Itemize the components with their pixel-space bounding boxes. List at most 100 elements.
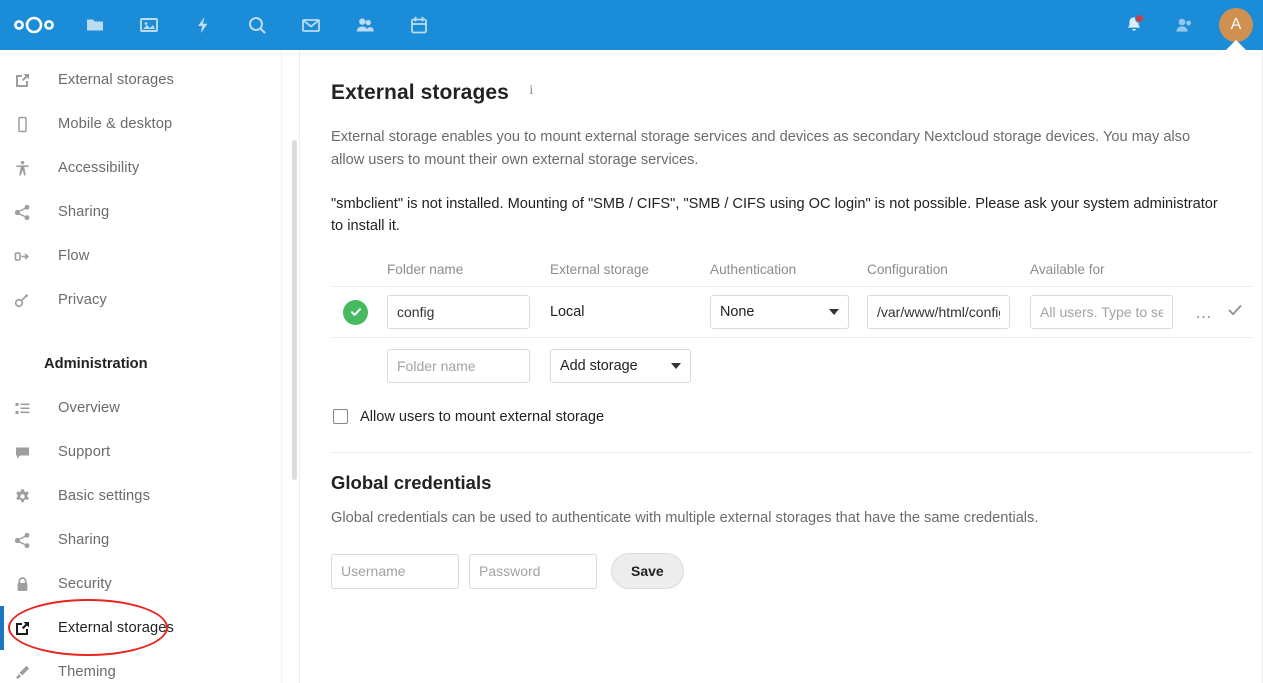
more-options-icon[interactable]: … — [1195, 304, 1214, 321]
allow-user-mounting-checkbox[interactable] — [333, 409, 348, 425]
sidebar-heading-administration: Administration — [44, 356, 148, 372]
flow-icon — [14, 248, 44, 265]
contacts-menu-icon[interactable] — [1159, 0, 1209, 50]
confirm-check-icon[interactable] — [1227, 302, 1243, 323]
gear-icon — [14, 488, 44, 505]
section-divider — [331, 451, 1252, 453]
add-storage-select[interactable]: Add storage — [550, 348, 691, 383]
settings-sidebar[interactable]: External storages Mobile & desktop Acces… — [0, 50, 300, 683]
row-configuration-cell — [867, 287, 1030, 338]
col-status — [331, 262, 387, 287]
add-row-folder-cell — [387, 338, 550, 394]
sidebar-item-security[interactable]: Security — [0, 562, 299, 606]
contacts-icon[interactable] — [338, 0, 392, 50]
sidebar-item-support[interactable]: Support — [0, 430, 299, 474]
col-actions — [1190, 262, 1252, 287]
key-icon — [14, 292, 44, 309]
brush-icon — [14, 664, 44, 681]
external-link-icon — [14, 72, 44, 89]
configuration-input[interactable] — [867, 295, 1010, 330]
sidebar-item-mobile-desktop[interactable]: Mobile & desktop — [0, 102, 299, 146]
notification-badge — [1135, 14, 1144, 23]
info-icon[interactable]: i — [529, 83, 533, 99]
mail-icon[interactable] — [284, 0, 338, 50]
col-configuration: Configuration — [867, 262, 948, 278]
available-for-input[interactable] — [1030, 295, 1173, 330]
global-credentials-form: Save — [331, 553, 1233, 590]
sidebar-item-label: External storages — [58, 620, 174, 636]
sidebar-item-theming[interactable]: Theming — [0, 650, 299, 683]
sidebar-item-label: Privacy — [58, 292, 107, 308]
calendar-icon[interactable] — [392, 0, 446, 50]
activity-icon[interactable] — [176, 0, 230, 50]
notifications-icon[interactable] — [1109, 0, 1159, 50]
sidebar-item-label: Theming — [58, 664, 116, 680]
sidebar-item-flow[interactable]: Flow — [0, 234, 299, 278]
avatar-caret — [1225, 40, 1247, 51]
add-storage-label: Add storage — [560, 357, 638, 374]
authentication-selected-value: None — [720, 304, 755, 321]
sidebar-item-label: Support — [58, 444, 111, 460]
add-storage-row: Add storage — [331, 338, 1252, 394]
header-right-group: A — [1109, 0, 1263, 51]
sidebar-item-label: Sharing — [58, 204, 110, 220]
search-icon[interactable] — [230, 0, 284, 50]
sidebar-item-accessibility[interactable]: Accessibility — [0, 146, 299, 190]
external-storages-panel: External storages i External storage ena… — [300, 50, 1263, 590]
col-folder-name: Folder name — [387, 262, 464, 278]
global-username-input[interactable] — [331, 553, 459, 589]
lock-icon — [14, 576, 44, 593]
add-storage-cell: Add storage — [550, 338, 1252, 394]
sidebar-item-basic-settings[interactable]: Basic settings — [0, 474, 299, 518]
global-credentials-description: Global credentials can be used to authen… — [331, 509, 1039, 526]
sidebar-item-overview[interactable]: Overview — [0, 386, 299, 430]
photos-icon[interactable] — [122, 0, 176, 50]
col-available-for: Available for — [1030, 262, 1105, 278]
row-status-cell — [331, 287, 387, 338]
avatar-menu[interactable]: A — [1209, 0, 1263, 51]
sidebar-item-label: Basic settings — [58, 488, 151, 504]
device-icon — [14, 116, 44, 133]
row-authentication-cell: None — [710, 287, 867, 338]
sidebar-item-label: Security — [58, 576, 112, 592]
folder-name-input[interactable] — [387, 295, 530, 330]
status-ok-icon — [343, 299, 368, 325]
main-content: External storages i External storage ena… — [300, 50, 1263, 683]
allow-user-mounting-row[interactable]: Allow users to mount external storage — [333, 409, 1233, 425]
global-credentials-title: Global credentials — [331, 471, 492, 493]
sidebar-item-sharing-admin[interactable]: Sharing — [0, 518, 299, 562]
sidebar-list: External storages Mobile & desktop Acces… — [0, 50, 299, 683]
allow-user-mounting-label[interactable]: Allow users to mount external storage — [360, 409, 604, 425]
chevron-down-icon — [671, 362, 681, 369]
share-icon — [14, 532, 44, 549]
share-icon — [14, 204, 44, 221]
row-actions-cell: … — [1190, 287, 1252, 338]
sidebar-item-label: Overview — [58, 400, 121, 416]
sidebar-item-external-storages-personal[interactable]: External storages — [0, 58, 299, 102]
files-icon[interactable] — [68, 0, 122, 50]
sidebar-item-external-storages[interactable]: External storages — [0, 606, 299, 650]
sidebar-scrollbar[interactable] — [292, 140, 297, 480]
row-actions: … — [1190, 302, 1252, 323]
accessibility-icon — [14, 160, 44, 177]
save-button[interactable]: Save — [611, 553, 684, 590]
sidebar-item-sharing-personal[interactable]: Sharing — [0, 190, 299, 234]
table-row: Local None … — [331, 287, 1252, 338]
col-external-storage: External storage — [550, 262, 649, 278]
new-folder-name-input[interactable] — [387, 348, 530, 383]
nextcloud-logo[interactable] — [0, 0, 68, 50]
table-body: Local None … — [331, 287, 1252, 394]
smbclient-warning: "smbclient" is not installed. Mounting o… — [331, 195, 1218, 235]
add-row-status-cell — [331, 338, 387, 394]
avatar: A — [1219, 8, 1253, 42]
chevron-down-icon — [829, 309, 839, 316]
top-header-bar: A — [0, 0, 1263, 51]
global-password-input[interactable] — [469, 553, 597, 589]
sidebar-item-label: Flow — [58, 248, 90, 264]
sidebar-item-label: Mobile & desktop — [58, 116, 173, 132]
row-external-storage-value: Local — [550, 304, 585, 321]
authentication-select[interactable]: None — [710, 295, 849, 330]
sidebar-item-privacy[interactable]: Privacy — [0, 278, 299, 322]
col-authentication: Authentication — [710, 262, 797, 278]
panel-description: External storage enables you to mount ex… — [331, 129, 1191, 168]
